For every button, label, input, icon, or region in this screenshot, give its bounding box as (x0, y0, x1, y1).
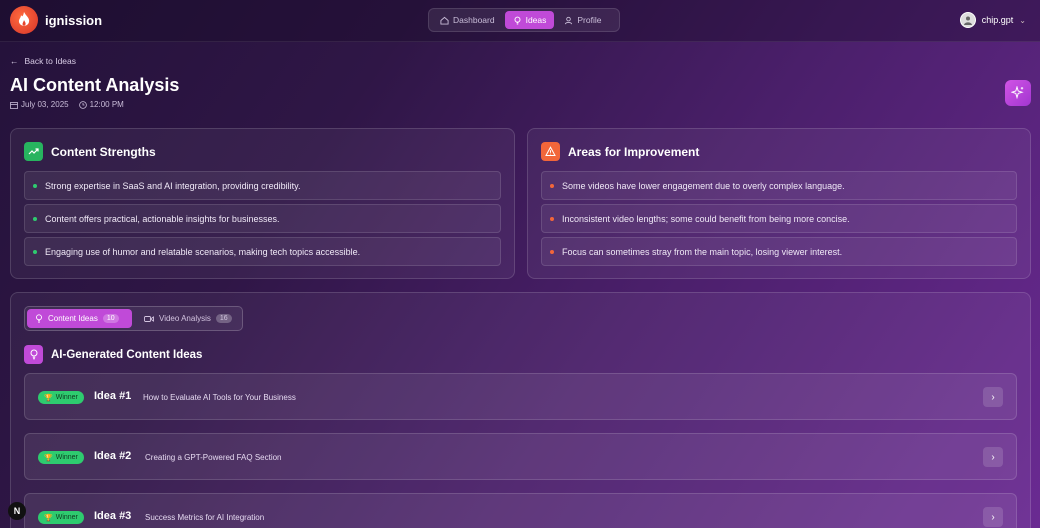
winner-badge: 🏆 Winner (38, 511, 84, 524)
ideas-tabs: Content Ideas 10 Video Analysis 16 (24, 306, 243, 331)
list-item-text: Engaging use of humor and relatable scen… (45, 246, 361, 257)
nav-profile[interactable]: Profile (556, 11, 609, 29)
lightbulb-icon (24, 345, 43, 364)
video-icon (144, 315, 154, 322)
tab-video-analysis[interactable]: Video Analysis 16 (136, 309, 240, 328)
list-item: Focus can sometimes stray from the main … (541, 237, 1017, 266)
back-link-label: Back to Ideas (24, 56, 77, 66)
list-item: Strong expertise in SaaS and AI integrat… (24, 171, 501, 200)
list-item-text: Strong expertise in SaaS and AI integrat… (45, 180, 301, 191)
chevron-right-icon[interactable]: › (983, 447, 1003, 467)
idea-number: Idea #3 (94, 510, 132, 522)
sparkles-icon (1011, 86, 1024, 100)
arrow-left-icon: ← (10, 56, 19, 66)
avatar (959, 12, 976, 28)
list-item: Some videos have lower engagement due to… (541, 171, 1017, 200)
top-navbar: ignission Dashboard Ideas Profile chip.g… (0, 0, 1040, 42)
tab-video-analysis-label: Video Analysis (159, 314, 211, 323)
idea-row[interactable]: 🏆 Winner Idea #1 How to Evaluate AI Tools… (24, 373, 1017, 420)
improvements-header: Areas for Improvement (541, 142, 699, 161)
winner-badge-label: Winner (55, 514, 78, 521)
time-text: 12:00 PM (89, 100, 124, 109)
list-item-text: Content offers practical, actionable ins… (45, 213, 280, 224)
page-title: AI Content Analysis (10, 75, 180, 95)
nav-dashboard-label: Dashboard (453, 15, 495, 25)
strengths-card: Content Strengths Strong expertise in Sa… (10, 128, 515, 279)
list-item-text: Inconsistent video lengths; some could b… (562, 213, 850, 224)
nav-ideas[interactable]: Ideas (504, 11, 555, 29)
idea-title: Creating a GPT-Powered FAQ Section (145, 453, 282, 462)
chevron-down-icon: ⌄ (1019, 15, 1026, 25)
nav-profile-label: Profile (577, 15, 602, 25)
winner-badge-label: Winner (55, 394, 78, 401)
bullet-dot (550, 183, 554, 188)
strengths-header: Content Strengths (24, 142, 156, 161)
list-item: Content offers practical, actionable ins… (24, 204, 501, 233)
dev-tools-badge[interactable]: N (8, 502, 26, 520)
improvements-card: Areas for Improvement Some videos have l… (527, 128, 1031, 279)
list-item-text: Focus can sometimes stray from the main … (562, 246, 843, 257)
user-menu[interactable]: chip.gpt ⌄ (959, 12, 1026, 28)
winner-badge-label: Winner (55, 454, 78, 461)
chevron-right-icon[interactable]: › (983, 507, 1003, 527)
improvements-title: Areas for Improvement (568, 144, 700, 159)
main-nav: Dashboard Ideas Profile (428, 8, 620, 32)
ideas-section-title-text: AI-Generated Content Ideas (51, 348, 203, 361)
bullet-dot (550, 249, 554, 254)
strengths-list: Strong expertise in SaaS and AI integrat… (24, 171, 501, 270)
winner-badge: 🏆 Winner (38, 451, 84, 464)
lightbulb-icon (36, 314, 42, 323)
user-name: chip.gpt (981, 15, 1014, 25)
list-item: Engaging use of humor and relatable scen… (24, 237, 501, 266)
trophy-icon: 🏆 (44, 514, 53, 522)
warning-icon (541, 142, 560, 161)
calendar-icon (10, 101, 18, 109)
bullet-dot (33, 216, 37, 221)
content-ideas-count: 10 (102, 314, 119, 323)
home-icon (440, 16, 449, 25)
flame-logo-icon[interactable] (10, 6, 38, 34)
bullet-dot (33, 183, 37, 188)
trophy-icon: 🏆 (44, 394, 53, 402)
list-item-text: Some videos have lower engagement due to… (562, 180, 845, 191)
nav-dashboard[interactable]: Dashboard (432, 11, 503, 29)
ai-sparkle-button[interactable] (1005, 80, 1031, 106)
idea-title: Success Metrics for AI Integration (145, 513, 265, 522)
strengths-title: Content Strengths (51, 144, 156, 159)
idea-number: Idea #2 (94, 450, 132, 462)
bullet-dot (550, 216, 554, 221)
clock-icon (78, 100, 87, 109)
time-meta: 12:00 PM (78, 100, 124, 109)
video-analysis-count: 16 (215, 314, 232, 323)
lightbulb-icon (514, 16, 521, 25)
brand-name: ignission (45, 13, 103, 28)
tab-content-ideas[interactable]: Content Ideas 10 (27, 309, 132, 328)
list-item: Inconsistent video lengths; some could b… (541, 204, 1017, 233)
date-text: July 03, 2025 (21, 100, 69, 109)
trending-up-icon (24, 142, 43, 161)
user-icon (565, 16, 573, 24)
trophy-icon: 🏆 (44, 454, 53, 462)
page-meta: July 03, 2025 12:00 PM (10, 100, 124, 109)
winner-badge: 🏆 Winner (38, 391, 84, 404)
date-meta: July 03, 2025 (10, 100, 69, 109)
nav-ideas-label: Ideas (525, 15, 547, 25)
back-link[interactable]: ← Back to Ideas (10, 56, 76, 66)
idea-number: Idea #1 (94, 390, 132, 402)
tab-content-ideas-label: Content Ideas (48, 314, 98, 323)
improvements-list: Some videos have lower engagement due to… (541, 171, 1017, 270)
bullet-dot (33, 249, 37, 254)
idea-row[interactable]: 🏆 Winner Idea #3 Success Metrics for AI I… (24, 493, 1017, 528)
idea-row[interactable]: 🏆 Winner Idea #2 Creating a GPT-Powered F… (24, 433, 1017, 480)
idea-title: How to Evaluate AI Tools for Your Busine… (143, 393, 296, 402)
chevron-right-icon[interactable]: › (983, 387, 1003, 407)
ideas-section-title: AI-Generated Content Ideas (24, 345, 202, 364)
